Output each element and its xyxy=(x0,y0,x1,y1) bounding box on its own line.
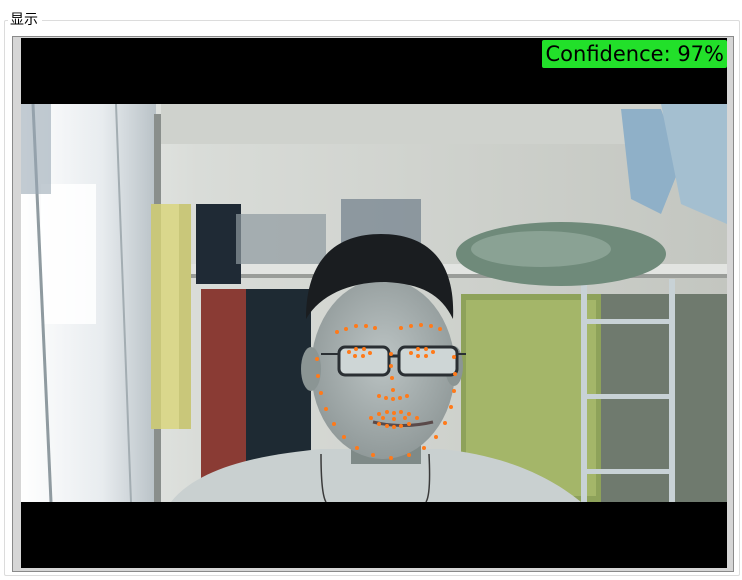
camera-frame xyxy=(21,104,727,502)
groupbox-title: 显示 xyxy=(8,11,42,29)
glasses-right-lens xyxy=(397,345,459,377)
confidence-badge: Confidence: 97% xyxy=(541,40,727,68)
ladder-rail-left xyxy=(581,279,587,502)
video-viewer-frame: Confidence: 97% xyxy=(12,36,734,572)
ladder-rail-right xyxy=(669,279,675,502)
display-groupbox: 显示 Confidence: 97% xyxy=(4,4,740,576)
video-display: Confidence: 97% xyxy=(21,38,727,568)
shirt-red xyxy=(201,289,246,479)
bag-dark xyxy=(196,204,241,284)
curtain-rod xyxy=(21,104,51,194)
glasses-left-lens xyxy=(337,345,391,377)
window-bright xyxy=(41,184,96,324)
